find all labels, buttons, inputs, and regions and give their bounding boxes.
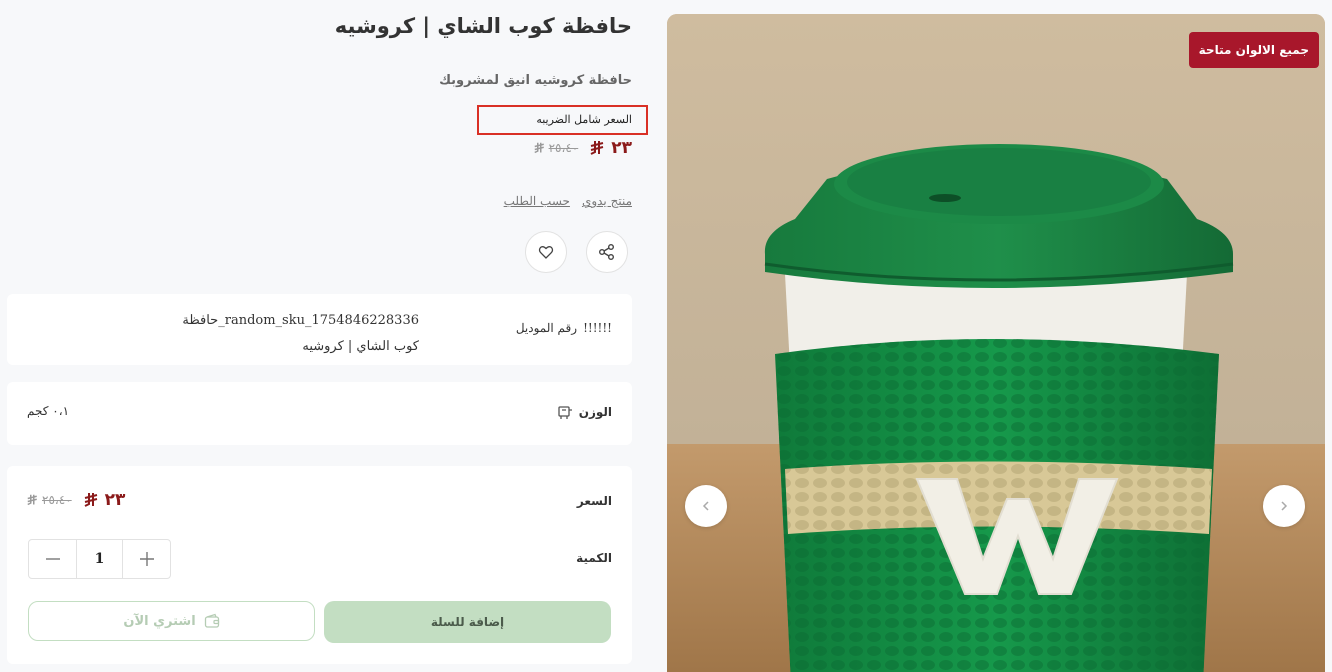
product-title: حافظة كوب الشاي | كروشيه bbox=[334, 14, 632, 38]
add-to-cart-label: إضافة للسلة bbox=[430, 615, 505, 629]
model-label: رقم الموديل !!!!!! bbox=[516, 321, 612, 335]
model-values: حافظة_random_sku_1754846228336 كوب الشاي… bbox=[182, 308, 419, 360]
purchase-old-price-value: ٢٥،٤٠ bbox=[42, 493, 72, 507]
colors-available-badge: جميع الالوان متاحة bbox=[1188, 32, 1319, 68]
product-image-gallery[interactable]: جميع الالوان متاحة bbox=[667, 14, 1325, 672]
buy-now-button[interactable]: اشتري الآن bbox=[28, 601, 315, 641]
gallery-next-button[interactable] bbox=[1263, 485, 1305, 527]
saudi-riyal-icon bbox=[84, 493, 97, 507]
minus-icon bbox=[45, 558, 60, 560]
heart-icon bbox=[538, 246, 554, 259]
share-icon bbox=[599, 244, 614, 260]
add-to-cart-button[interactable]: إضافة للسلة bbox=[324, 601, 611, 643]
saudi-riyal-icon bbox=[27, 494, 37, 506]
purchase-old-price: ٢٥،٤٠ bbox=[27, 493, 72, 507]
tax-note-text: السعر شامل الضريبه bbox=[536, 113, 632, 126]
weight-card: الوزن ٠،١ كجم bbox=[7, 382, 632, 445]
product-subtitle: حافظة كروشيه انيق لمشروبك bbox=[439, 73, 632, 88]
model-card: رقم الموديل !!!!!! حافظة_random_sku_1754… bbox=[7, 294, 632, 365]
tag-handmade[interactable]: منتج يدوي bbox=[582, 194, 632, 208]
model-sku: حافظة_random_sku_1754846228336 bbox=[182, 313, 419, 328]
model-label-text: رقم الموديل bbox=[515, 321, 578, 335]
quantity-label: الكمية bbox=[576, 551, 612, 565]
weight-label: الوزن bbox=[557, 404, 612, 420]
chevron-left-icon bbox=[702, 501, 709, 511]
purchase-current-price: ٢٣ bbox=[84, 490, 126, 510]
current-price: ٢٣ bbox=[590, 138, 632, 158]
product-photo bbox=[667, 14, 1325, 672]
quantity-stepper[interactable]: 1 bbox=[28, 539, 171, 579]
buy-now-label: اشتري الآن bbox=[123, 613, 196, 629]
model-label-prefix: !!!!!! bbox=[583, 321, 612, 335]
purchase-card: السعر ٢٥،٤٠ ٢٣ الكمية 1 إضافة للسلة اشتر… bbox=[7, 466, 632, 664]
gallery-prev-button[interactable] bbox=[685, 485, 727, 527]
model-name: كوب الشاي | كروشيه bbox=[302, 339, 419, 354]
saudi-riyal-icon bbox=[590, 141, 604, 155]
quantity-value[interactable]: 1 bbox=[76, 540, 123, 578]
decrease-quantity-button[interactable] bbox=[29, 540, 76, 578]
weight-value: ٠،١ كجم bbox=[27, 404, 70, 418]
wallet-icon bbox=[204, 613, 219, 628]
tag-on-demand[interactable]: حسب الطلب bbox=[504, 194, 570, 208]
badge-label: جميع الالوان متاحة bbox=[1198, 43, 1309, 57]
old-price-value: ٢٥،٤٠ bbox=[548, 141, 579, 155]
scale-icon bbox=[558, 406, 572, 419]
favorite-button[interactable] bbox=[525, 231, 567, 273]
share-button[interactable] bbox=[586, 231, 628, 273]
plus-icon bbox=[139, 552, 154, 566]
current-price-value: ٢٣ bbox=[611, 138, 632, 158]
increase-quantity-button[interactable] bbox=[123, 540, 170, 578]
product-tags: منتج يدوي حسب الطلب bbox=[504, 194, 632, 208]
price-summary: ٢٣ ٢٥،٤٠ bbox=[533, 138, 632, 158]
tax-note: السعر شامل الضريبه bbox=[477, 105, 648, 135]
saudi-riyal-icon bbox=[533, 142, 544, 154]
purchase-current-price-value: ٢٣ bbox=[104, 490, 126, 510]
price-label: السعر bbox=[576, 494, 612, 508]
chevron-right-icon bbox=[1281, 501, 1288, 511]
weight-label-text: الوزن bbox=[578, 405, 612, 419]
old-price: ٢٥،٤٠ bbox=[533, 141, 579, 155]
purchase-price: ٢٥،٤٠ ٢٣ bbox=[27, 490, 125, 510]
